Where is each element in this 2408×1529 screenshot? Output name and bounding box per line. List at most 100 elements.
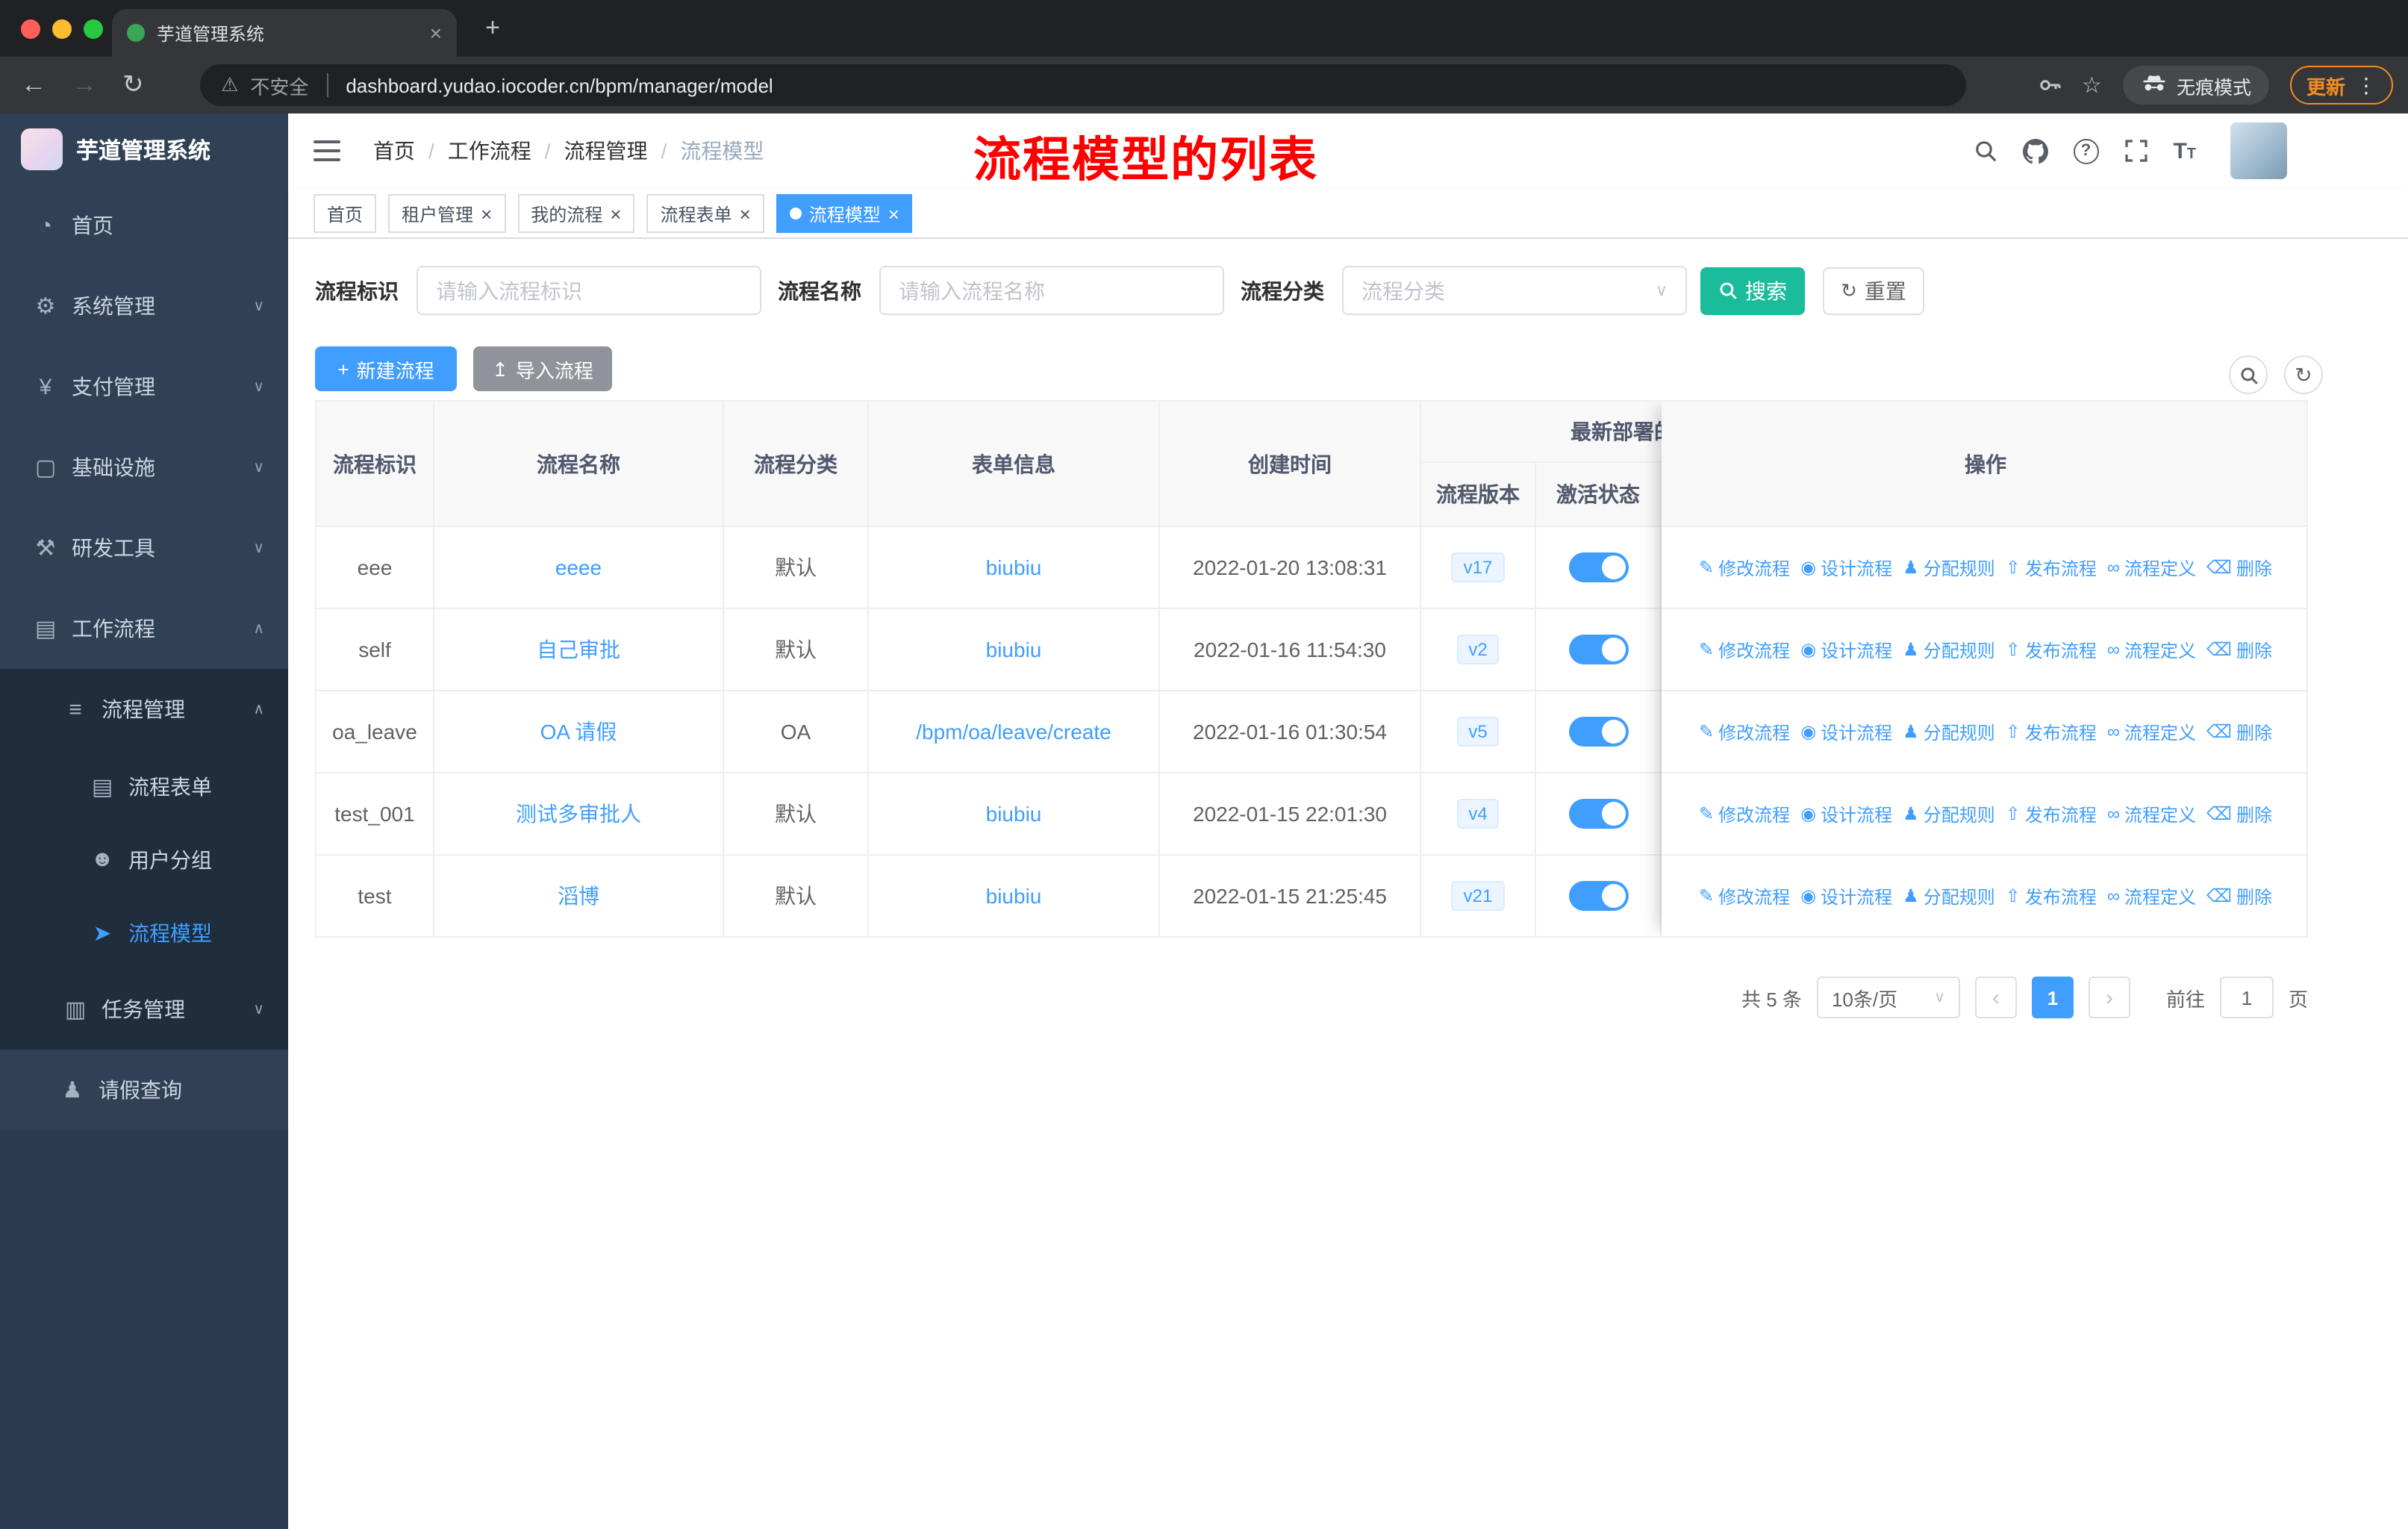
form-info-link[interactable]: biubiu <box>986 884 1042 908</box>
page-size-select[interactable]: 10条/页 ∨ <box>1816 977 1960 1018</box>
publish-process-link[interactable]: ⇧ 发布流程 <box>2006 555 2097 580</box>
publish-process-link[interactable]: ⇧ 发布流程 <box>2006 883 2097 909</box>
modify-process-link[interactable]: ✎ 修改流程 <box>1699 801 1790 826</box>
design-process-link[interactable]: ◉ 设计流程 <box>1800 883 1892 909</box>
process-id-input[interactable] <box>417 266 761 315</box>
menu-dots-icon[interactable]: ⋮ <box>2356 72 2377 98</box>
active-toggle[interactable] <box>1568 799 1628 829</box>
sidebar-item-process-model[interactable]: ➤ 流程模型 <box>0 896 288 969</box>
process-category-select[interactable]: 流程分类 ∨ <box>1342 266 1687 315</box>
bookmark-star-icon[interactable]: ☆ <box>2082 72 2102 99</box>
delete-link[interactable]: ⌫ 删除 <box>2206 801 2272 826</box>
sidebar-item-payment[interactable]: ¥ 支付管理 ∨ <box>0 346 288 427</box>
tab-home[interactable]: 首页 <box>314 194 377 233</box>
sidebar-item-infrastructure[interactable]: ▢ 基础设施 ∨ <box>0 427 288 508</box>
reset-button[interactable]: ↻ 重置 <box>1823 267 1924 314</box>
sidebar-item-process-form[interactable]: ▤ 流程表单 <box>0 750 288 823</box>
publish-process-link[interactable]: ⇧ 发布流程 <box>2006 637 2097 662</box>
process-name-link[interactable]: 测试多审批人 <box>516 799 641 829</box>
search-icon[interactable] <box>1973 139 1997 163</box>
form-info-link[interactable]: biubiu <box>986 802 1042 826</box>
form-info-link[interactable]: biubiu <box>986 555 1042 579</box>
assign-rule-link[interactable]: ♟ 分配规则 <box>1903 801 1995 826</box>
form-info-link[interactable]: biubiu <box>986 638 1042 661</box>
delete-link[interactable]: ⌫ 删除 <box>2206 719 2272 744</box>
tab-process-model[interactable]: 流程模型 × <box>776 194 913 233</box>
refresh-table-button[interactable]: ↻ <box>2284 355 2323 394</box>
tab-tenant[interactable]: 租户管理 × <box>388 194 506 233</box>
process-name-link[interactable]: eeee <box>555 555 602 579</box>
modify-process-link[interactable]: ✎ 修改流程 <box>1699 555 1790 580</box>
delete-link[interactable]: ⌫ 删除 <box>2206 883 2272 909</box>
process-definition-link[interactable]: ∞ 流程定义 <box>2107 719 2196 744</box>
address-bar[interactable]: ⚠ 不安全 dashboard.yudao.iocoder.cn/bpm/man… <box>200 64 1966 106</box>
active-toggle[interactable] <box>1568 717 1628 747</box>
tab-close-icon[interactable]: × <box>430 22 442 43</box>
modify-process-link[interactable]: ✎ 修改流程 <box>1699 883 1790 909</box>
assign-rule-link[interactable]: ♟ 分配规则 <box>1903 883 1995 909</box>
search-button[interactable]: 搜索 <box>1700 267 1805 314</box>
sidebar-item-leave-query[interactable]: ♟ 请假查询 <box>0 1050 288 1130</box>
sidebar-item-home[interactable]: ◔ 首页 <box>0 185 288 266</box>
close-icon[interactable]: × <box>740 204 751 223</box>
close-icon[interactable]: × <box>610 204 621 223</box>
update-button[interactable]: 更新 ⋮ <box>2289 66 2393 105</box>
assign-rule-link[interactable]: ♟ 分配规则 <box>1903 637 1995 662</box>
goto-page-input[interactable] <box>2219 977 2274 1018</box>
process-name-link[interactable]: 滔博 <box>558 881 599 911</box>
breadcrumb-workflow[interactable]: 工作流程 <box>448 136 531 166</box>
sidebar-item-process-management[interactable]: ≡ 流程管理 ∧ <box>0 669 288 750</box>
sidebar-item-task-management[interactable]: ▥ 任务管理 ∨ <box>0 969 288 1050</box>
active-toggle[interactable] <box>1568 881 1628 911</box>
delete-link[interactable]: ⌫ 删除 <box>2206 637 2272 662</box>
design-process-link[interactable]: ◉ 设计流程 <box>1800 555 1892 580</box>
process-definition-link[interactable]: ∞ 流程定义 <box>2107 637 2196 662</box>
toggle-search-button[interactable] <box>2229 355 2268 394</box>
current-page-button[interactable]: 1 <box>2031 977 2074 1018</box>
active-toggle[interactable] <box>1568 552 1628 582</box>
new-tab-button[interactable]: + <box>478 13 508 43</box>
sidebar-item-workflow[interactable]: ▤ 工作流程 ∧ <box>0 588 288 669</box>
github-icon[interactable] <box>2022 138 2048 164</box>
delete-link[interactable]: ⌫ 删除 <box>2206 555 2272 580</box>
modify-process-link[interactable]: ✎ 修改流程 <box>1699 719 1790 744</box>
create-process-button[interactable]: + 新建流程 <box>315 346 457 391</box>
breadcrumb-process-management[interactable]: 流程管理 <box>564 136 648 166</box>
sidebar-item-user-group[interactable]: ☻ 用户分组 <box>0 823 288 896</box>
import-process-button[interactable]: ↥ 导入流程 <box>473 346 612 391</box>
active-toggle[interactable] <box>1568 635 1628 664</box>
publish-process-link[interactable]: ⇧ 发布流程 <box>2006 719 2097 744</box>
sidebar-item-system[interactable]: ⚙ 系统管理 ∨ <box>0 266 288 346</box>
reload-icon[interactable]: ↻ <box>122 57 144 113</box>
assign-rule-link[interactable]: ♟ 分配规则 <box>1903 555 1995 580</box>
tab-process-form[interactable]: 流程表单 × <box>646 194 764 233</box>
forward-icon[interactable]: → <box>72 57 97 113</box>
process-name-link[interactable]: 自己审批 <box>537 635 620 664</box>
minimize-window-button[interactable] <box>52 19 72 39</box>
process-definition-link[interactable]: ∞ 流程定义 <box>2107 555 2196 580</box>
publish-process-link[interactable]: ⇧ 发布流程 <box>2006 801 2097 826</box>
close-icon[interactable]: × <box>481 204 492 223</box>
back-icon[interactable]: ← <box>21 57 46 113</box>
modify-process-link[interactable]: ✎ 修改流程 <box>1699 637 1790 662</box>
breadcrumb-home[interactable]: 首页 <box>373 136 415 166</box>
form-info-link[interactable]: /bpm/oa/leave/create <box>916 720 1111 744</box>
fullscreen-icon[interactable] <box>2124 139 2147 163</box>
browser-tab[interactable]: 芋道管理系统 × <box>112 9 457 57</box>
assign-rule-link[interactable]: ♟ 分配规则 <box>1903 719 1995 744</box>
process-name-input[interactable] <box>879 266 1224 315</box>
close-window-button[interactable] <box>21 19 40 39</box>
process-definition-link[interactable]: ∞ 流程定义 <box>2107 801 2196 826</box>
tab-my-process[interactable]: 我的流程 × <box>517 194 635 233</box>
hamburger-icon[interactable] <box>314 139 340 163</box>
avatar[interactable] <box>2230 122 2287 179</box>
next-page-button[interactable]: › <box>2088 977 2130 1018</box>
design-process-link[interactable]: ◉ 设计流程 <box>1800 719 1892 744</box>
font-size-icon[interactable]: TT <box>2173 140 2196 162</box>
design-process-link[interactable]: ◉ 设计流程 <box>1800 801 1892 826</box>
sidebar-item-devtools[interactable]: ⚒ 研发工具 ∨ <box>0 508 288 588</box>
design-process-link[interactable]: ◉ 设计流程 <box>1800 637 1892 662</box>
close-icon[interactable]: × <box>888 204 899 223</box>
prev-page-button[interactable]: ‹ <box>1974 977 2017 1018</box>
process-name-link[interactable]: OA 请假 <box>540 717 617 747</box>
